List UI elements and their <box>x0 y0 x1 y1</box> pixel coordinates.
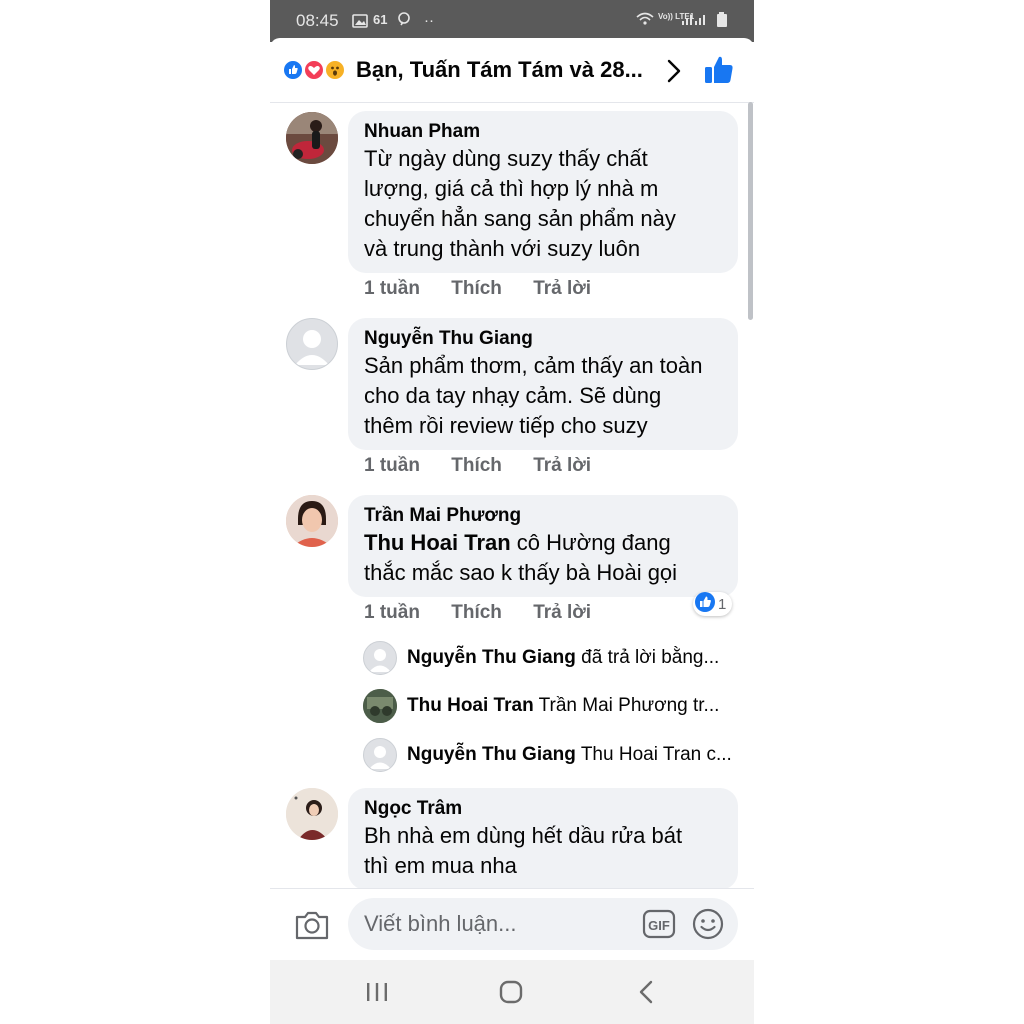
wow-reaction-icon <box>324 59 346 81</box>
status-bar: 08:45 61 ·· Vo)) LTE1 <box>270 0 754 42</box>
scrollbar[interactable] <box>748 102 753 320</box>
messenger-icon <box>397 12 411 29</box>
chevron-right-icon[interactable] <box>663 58 685 84</box>
reactions-header[interactable]: Bạn, Tuấn Tám Tám và 28... <box>270 38 754 103</box>
reply-author: Thu Hoai Tran <box>407 695 534 716</box>
like-link[interactable]: Thích <box>451 602 502 623</box>
comments-sheet: Bạn, Tuấn Tám Tám và 28... Nhuan Pham Từ… <box>270 38 754 961</box>
avatar-tran-mai-phuong[interactable] <box>286 495 338 547</box>
emoji-icon[interactable] <box>692 908 724 940</box>
like-reaction-icon <box>695 591 715 617</box>
system-nav-bar <box>270 960 754 1024</box>
like-reaction-icon <box>282 59 304 81</box>
notif-count: 61 <box>373 12 388 27</box>
comment-text-line: chuyển hẳn sang sản phẩm này <box>364 206 676 231</box>
reaction-count: 1 <box>718 595 727 613</box>
reply-snippet: Thu Hoai Tran c... <box>575 744 732 765</box>
comment-time: 1 tuần <box>364 602 420 623</box>
comment-author[interactable]: Trần Mai Phương <box>364 504 722 528</box>
reply-link[interactable]: Trả lời <box>533 278 591 299</box>
reaction-badge[interactable]: 1 <box>693 591 733 617</box>
camera-icon[interactable] <box>294 907 330 943</box>
comment-text-line: thì em mua nha <box>364 853 517 878</box>
reply-text: Nguyễn Thu Giang đã trả lời bằng... <box>407 647 719 669</box>
comment-time: 1 tuần <box>364 278 420 299</box>
avatar-reply <box>363 641 397 675</box>
home-icon[interactable] <box>496 978 526 1006</box>
battery-icon <box>716 12 728 30</box>
reply-link[interactable]: Trả lời <box>533 455 591 476</box>
reply-text: Nguyễn Thu Giang Thu Hoai Tran c... <box>407 744 732 766</box>
comment-text-line: Từ ngày dùng suzy thấy chất <box>364 146 648 171</box>
comment-text-line: Bh nhà em dùng hết dầu rửa bát <box>364 823 683 848</box>
reply-link[interactable]: Trả lời <box>533 602 591 623</box>
comment-text-line: Sản phẩm thơm, cảm thấy an toàn <box>364 353 703 378</box>
reply-author: Nguyễn Thu Giang <box>407 647 576 668</box>
comment-text-line: cho da tay nhạy cảm. Sẽ dùng <box>364 383 662 408</box>
comment-placeholder: Viết bình luận... <box>364 911 517 936</box>
avatar-reply <box>363 689 397 723</box>
gallery-icon <box>352 14 368 31</box>
comment-composer: Viết bình luận... GIF <box>270 888 754 961</box>
comment-actions: 1 tuần Thích Trả lời <box>364 455 617 477</box>
reply-snippet: đã trả lời bằng... <box>575 647 720 668</box>
gif-label: GIF <box>648 918 670 933</box>
avatar-nhuan-pham[interactable] <box>286 112 338 164</box>
gif-icon[interactable]: GIF <box>642 909 676 939</box>
avatar-reply <box>363 738 397 772</box>
status-time: 08:45 <box>296 11 339 30</box>
comment-input[interactable]: Viết bình luận... GIF <box>348 898 738 950</box>
comment-actions: 1 tuần Thích Trả lời <box>364 602 617 624</box>
comment-bubble[interactable]: Nhuan Pham Từ ngày dùng suzy thấy chất l… <box>348 111 738 273</box>
comment-text-line: lượng, giá cả thì hợp lý nhà m <box>364 176 659 201</box>
comment-text-line: Thu Hoai Tran cô Hường đang <box>364 528 722 558</box>
like-link[interactable]: Thích <box>451 278 502 299</box>
back-icon[interactable] <box>632 978 662 1006</box>
recent-apps-icon[interactable] <box>362 978 392 1006</box>
reactions-summary: Bạn, Tuấn Tám Tám và 28... <box>356 57 643 82</box>
comment-text-line: và trung thành với suzy luôn <box>364 236 641 261</box>
avatar-nguyen-thu-giang[interactable] <box>286 318 338 370</box>
comment-author[interactable]: Nhuan Pham <box>364 120 722 144</box>
comment-actions: 1 tuần Thích Trả lời <box>364 278 617 300</box>
like-link[interactable]: Thích <box>451 455 502 476</box>
avatar-ngoc-tram[interactable] <box>286 788 338 840</box>
signal-icon <box>681 12 711 29</box>
more-notif-dots: ·· <box>424 12 434 29</box>
comment-bubble[interactable]: Nguyễn Thu Giang Sản phẩm thơm, cảm thấy… <box>348 318 738 450</box>
phone-screen: 08:45 61 ·· Vo)) LTE1 Bạn, Tuấn Tám Tám … <box>270 0 754 1024</box>
wifi-icon <box>636 12 654 29</box>
comment-bubble[interactable]: Trần Mai Phương Thu Hoai Tran cô Hường đ… <box>348 495 738 597</box>
comment-time: 1 tuần <box>364 455 420 476</box>
comment-author[interactable]: Nguyễn Thu Giang <box>364 327 722 351</box>
reply-snippet: Trần Mai Phương tr... <box>533 695 720 716</box>
reply-author: Nguyễn Thu Giang <box>407 744 576 765</box>
comment-text-line: thắc mắc sao k thấy bà Hoài gọi <box>364 560 678 585</box>
comment-bubble[interactable]: Ngọc Trâm Bh nhà em dùng hết dầu rửa bát… <box>348 788 738 890</box>
comment-author[interactable]: Ngọc Trâm <box>364 797 722 821</box>
mention-tag[interactable]: Thu Hoai Tran <box>364 530 511 555</box>
reply-text: Thu Hoai Tran Trần Mai Phương tr... <box>407 695 719 717</box>
comment-text-line: thêm rồi review tiếp cho suzy <box>364 413 648 438</box>
love-reaction-icon <box>303 59 325 81</box>
comment-text-rest: cô Hường đang <box>510 530 671 555</box>
thumbs-up-icon[interactable] <box>703 54 735 86</box>
